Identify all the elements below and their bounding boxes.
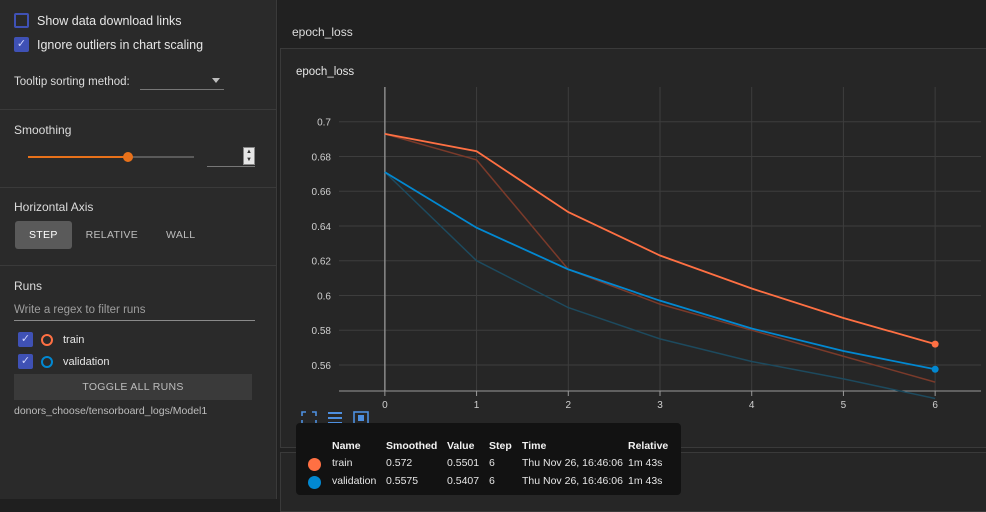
x-tick-label: 1 [474, 400, 480, 409]
series-train-hover-point [931, 340, 939, 348]
y-tick-label: 0.66 [312, 187, 332, 198]
tooltip-row-train: train 0.572 0.5501 6 Thu Nov 26, 16:46:0… [296, 455, 681, 473]
run-validation-checkbox[interactable] [18, 354, 33, 369]
section-divider [0, 265, 277, 266]
run-validation-label: validation [63, 355, 110, 368]
tooltip-time: Thu Nov 26, 16:46:06 [522, 475, 623, 487]
run-color-circle-icon [41, 333, 53, 346]
run-train-checkbox[interactable] [18, 332, 33, 347]
tooltip-sorting: Tooltip sorting method: [14, 74, 224, 90]
settings-sidebar: Show data download links Ignore outliers… [0, 0, 277, 499]
x-tick-label: 2 [566, 400, 572, 409]
tooltip-header-name: Name [332, 440, 361, 452]
run-item-validation[interactable]: validation [18, 354, 109, 369]
smoothing-slider-fill [28, 156, 128, 158]
tooltip-raw-value: 0.5407 [447, 475, 480, 487]
runs-title: Runs [14, 279, 43, 293]
spin-down-icon[interactable]: ▼ [246, 157, 252, 163]
x-tick-label: 3 [657, 400, 663, 409]
tooltip-header-time: Time [522, 440, 547, 452]
x-tick-label: 5 [841, 400, 847, 409]
smoothing-slider[interactable] [28, 152, 194, 162]
smoothing-title: Smoothing [14, 123, 72, 137]
tooltip-step: 6 [489, 457, 495, 469]
tooltip-header-value: Value [447, 440, 475, 452]
y-tick-label: 0.62 [312, 257, 332, 268]
y-tick-label: 0.56 [312, 361, 332, 372]
tooltip-run-name: train [332, 457, 353, 469]
runs-filter-input[interactable]: Write a regex to filter runs [14, 304, 255, 321]
tooltip-header-relative: Relative [628, 440, 669, 452]
y-tick-label: 0.58 [312, 326, 332, 337]
tag-group-title[interactable]: epoch_loss [292, 25, 353, 39]
show-download-links-label: Show data download links [37, 13, 182, 28]
tooltip-time: Thu Nov 26, 16:46:06 [522, 457, 623, 469]
section-divider [0, 109, 277, 110]
toggle-all-runs-button[interactable]: TOGGLE ALL RUNS [14, 374, 252, 400]
x-tick-label: 4 [749, 400, 755, 409]
chart-tooltip: Name Smoothed Value Step Time Relative t… [296, 423, 681, 495]
series-color-dot-icon [308, 476, 321, 489]
tooltip-row-validation: validation 0.5575 0.5407 6 Thu Nov 26, 1… [296, 473, 681, 491]
y-tick-label: 0.6 [317, 291, 331, 302]
chart-card: epoch_loss 0.56 0.58 0.6 0.62 0.64 0.66 0.68 0.… [280, 48, 986, 448]
tooltip-header-step: Step [489, 440, 512, 452]
y-tick-label: 0.7 [317, 118, 331, 129]
run-color-circle-icon [41, 355, 53, 368]
tooltip-header-row: Name Smoothed Value Step Time Relative [296, 438, 681, 456]
axis-wall-button[interactable]: WALL [152, 221, 209, 249]
tooltip-sorting-label: Tooltip sorting method: [14, 76, 130, 88]
axis-step-button[interactable]: STEP [15, 221, 72, 249]
tooltip-step: 6 [489, 475, 495, 487]
tooltip-raw-value: 0.5501 [447, 457, 480, 469]
axis-relative-button[interactable]: RELATIVE [72, 221, 152, 249]
tooltip-smoothed-value: 0.572 [386, 457, 413, 469]
tooltip-relative: 1m 43s [628, 475, 663, 487]
horizontal-axis-title: Horizontal Axis [14, 200, 94, 214]
x-tick-label: 0 [382, 400, 388, 409]
tooltip-header-smoothed: Smoothed [386, 440, 438, 452]
run-item-train[interactable]: train [18, 332, 84, 347]
smoothing-slider-thumb[interactable] [122, 152, 133, 162]
y-tick-label: 0.68 [312, 152, 332, 163]
tooltip-run-name: validation [332, 475, 377, 487]
ignore-outliers-option[interactable]: Ignore outliers in chart scaling [14, 37, 203, 52]
x-tick-label: 6 [932, 400, 938, 409]
spin-up-icon[interactable]: ▲ [246, 149, 252, 155]
series-validation-hover-point [931, 365, 939, 373]
tooltip-sorting-select[interactable] [139, 74, 224, 90]
section-divider [0, 187, 277, 188]
series-color-dot-icon [308, 458, 321, 471]
horizontal-axis-buttons: STEP RELATIVE WALL [15, 221, 209, 249]
run-train-label: train [63, 333, 85, 346]
log-directory-path: donors_choose/tensorboard_logs/Model1 [14, 405, 208, 417]
tooltip-smoothed-value: 0.5575 [386, 475, 419, 487]
ignore-outliers-checkbox[interactable] [14, 37, 29, 52]
y-tick-label: 0.64 [312, 222, 332, 233]
ignore-outliers-label: Ignore outliers in chart scaling [37, 37, 204, 52]
epoch-loss-chart[interactable]: 0.56 0.58 0.6 0.62 0.64 0.66 0.68 0.7 0 1 2 3 4 5 6 [281, 49, 986, 409]
smoothing-input[interactable]: ▲ ▼ [207, 147, 255, 167]
show-download-links-option[interactable]: Show data download links [14, 13, 182, 28]
smoothing-spinner[interactable]: ▲ ▼ [243, 147, 255, 165]
tooltip-relative: 1m 43s [628, 457, 663, 469]
show-download-links-checkbox[interactable] [14, 13, 29, 28]
